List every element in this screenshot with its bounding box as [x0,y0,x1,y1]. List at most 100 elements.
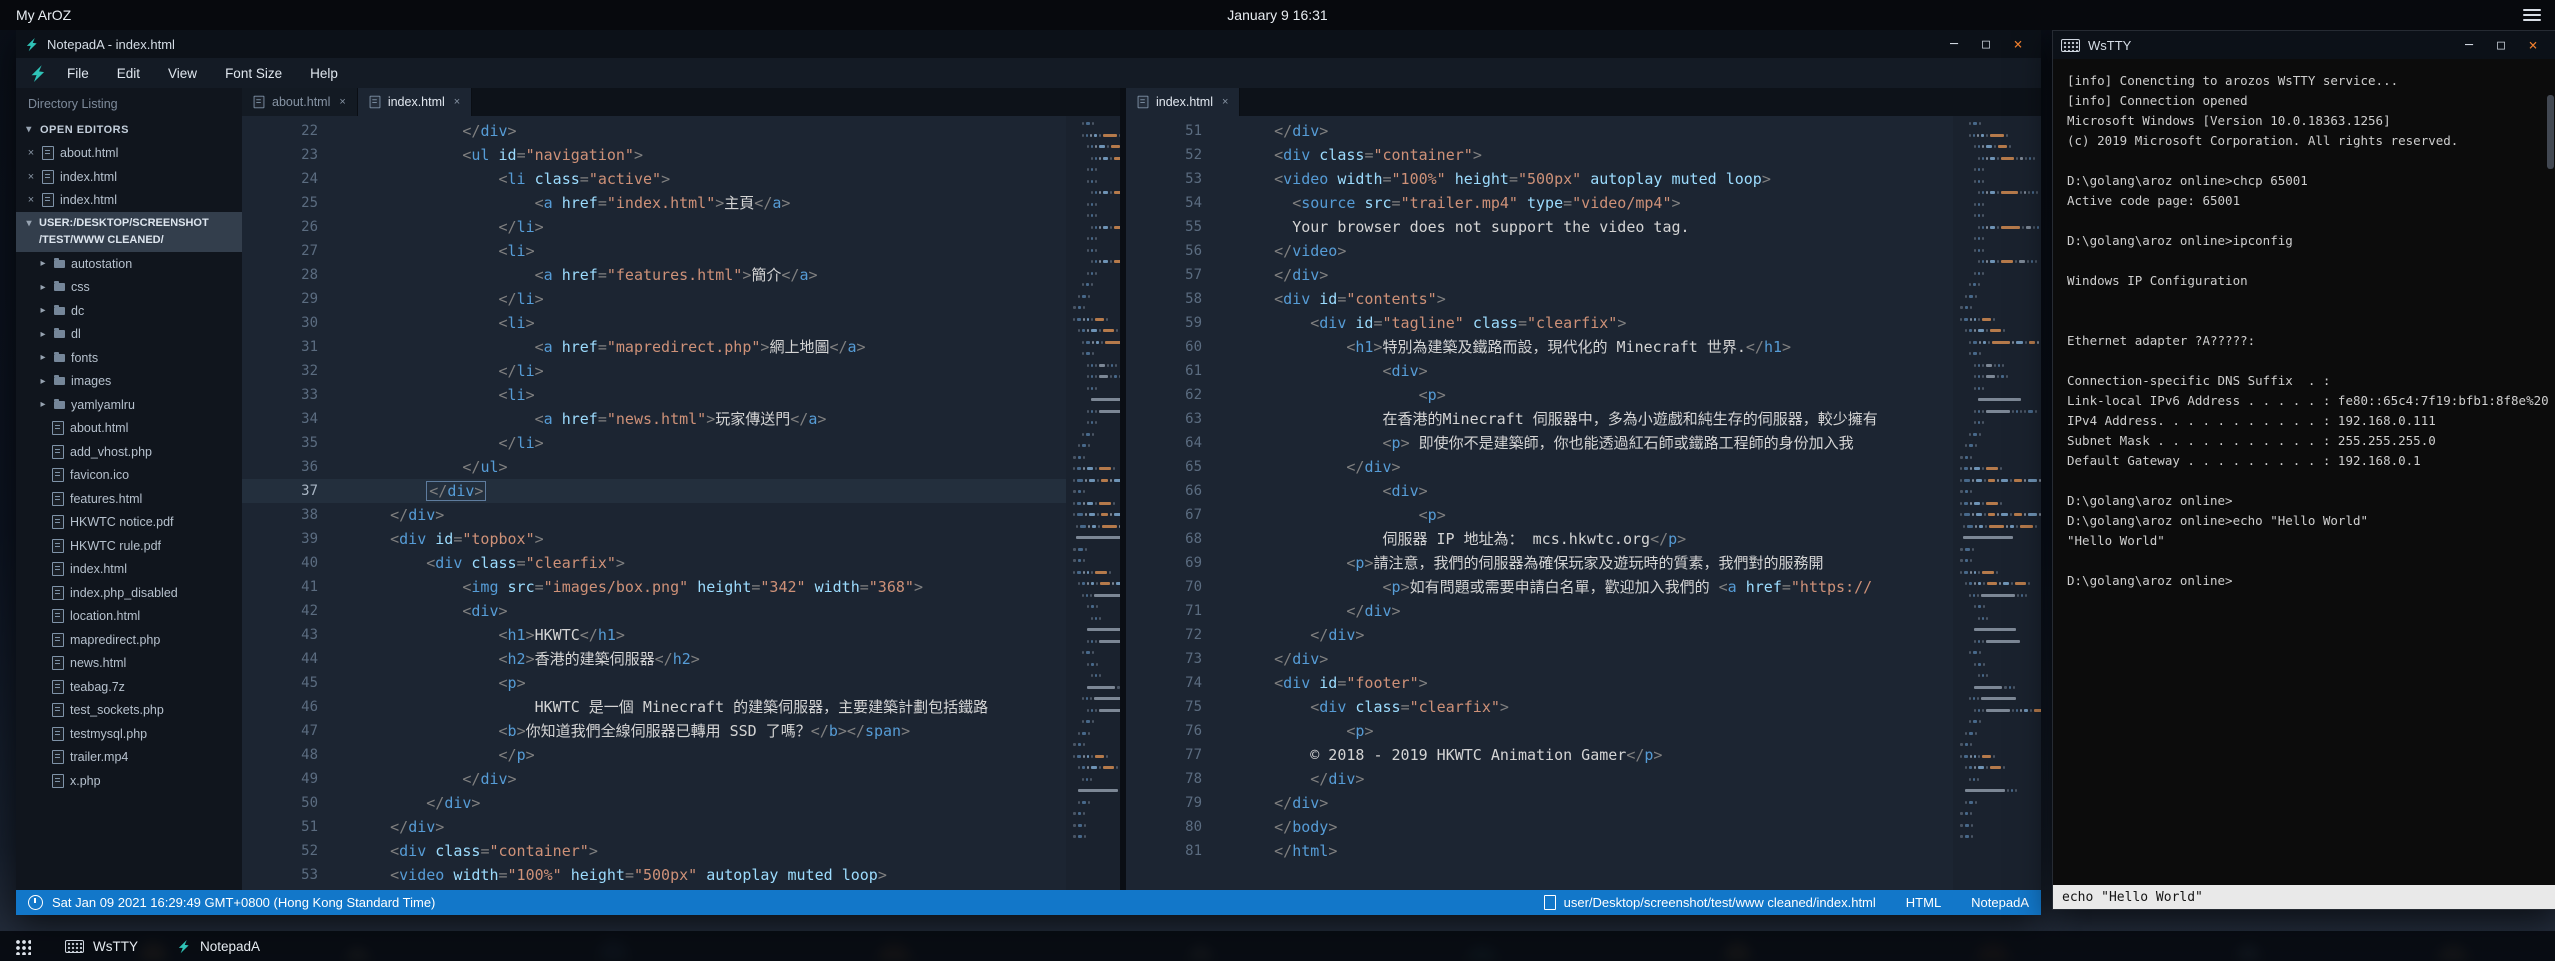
folder-item[interactable]: ▸dc [16,299,242,323]
minimap-token [1974,605,1976,608]
minimap-token [1973,433,1976,436]
menu-view[interactable]: View [154,66,211,81]
wstty-title-bar[interactable]: WsTTY ─ □ × [2053,31,2555,59]
file-item[interactable]: location.html [16,605,242,629]
menu-icon[interactable] [2523,9,2541,21]
minimap-token [2001,375,2003,378]
minimap-line [1974,214,1986,218]
minimap-line [1073,824,1088,828]
folder-item[interactable]: ▸dl [16,323,242,347]
minimap-token [1965,490,1968,493]
terminal-input[interactable] [2053,885,2555,909]
minimap-right[interactable] [1953,116,2041,890]
file-item[interactable]: favicon.ico [16,464,242,488]
token [1446,170,1455,188]
tab-bar-right: index.html × [1126,88,2041,116]
file-item[interactable]: news.html [16,652,242,676]
file-item[interactable]: trailer.mp4 [16,746,242,770]
file-item[interactable]: about.html [16,417,242,441]
menu-help[interactable]: Help [296,66,352,81]
file-item[interactable]: x.php [16,769,242,793]
minimap-token [1119,375,1120,378]
code-line: 56 </video> [1126,239,1953,263]
file-icon [254,96,265,109]
token [553,410,562,428]
minimap-token [1095,755,1104,758]
minimap-left[interactable] [1066,116,1120,890]
file-item[interactable]: mapredirect.php [16,628,242,652]
file-item[interactable]: teabag.7z [16,675,242,699]
token: src [508,578,535,596]
minimap-line [1965,732,1979,736]
minimize-icon[interactable]: ─ [1939,32,1969,56]
file-item[interactable]: add_vhost.php [16,440,242,464]
open-editor-item[interactable]: ×index.html [16,165,242,189]
minimap-token [1095,226,1097,229]
aroz-home-label[interactable]: My ArOZ [16,7,71,23]
close-icon[interactable]: × [1222,96,1228,108]
close-icon[interactable]: × [26,147,36,159]
code-editor-left[interactable]: 22 </div>23 <ul id="navigation">24 <li c… [242,116,1066,890]
maximize-icon[interactable]: □ [1971,32,2001,56]
tab-index-html[interactable]: index.html × [358,88,472,116]
close-icon[interactable]: × [26,171,36,183]
folder-item[interactable]: ▸yamlyamlru [16,393,242,417]
open-editor-item[interactable]: ×about.html [16,142,242,166]
open-editor-item[interactable]: ×index.html [16,189,242,213]
open-editors-section[interactable]: ▾ OPEN EDITORS [16,118,242,142]
tab-index-html-right[interactable]: index.html × [1126,88,1240,116]
token: </ [462,458,480,476]
file-name: favicon.ico [70,468,129,482]
token: width [453,866,498,884]
file-item[interactable]: index.html [16,558,242,582]
folder-item[interactable]: ▸css [16,276,242,300]
menu-edit[interactable]: Edit [103,66,154,81]
menu-file[interactable]: File [53,66,103,81]
minimize-icon[interactable]: ─ [2454,33,2484,57]
menu-font-size[interactable]: Font Size [211,66,296,81]
apps-grid-icon[interactable] [14,938,31,955]
folder-item[interactable]: ▸images [16,370,242,394]
code-editor-right[interactable]: 51 </div>52 <div class="container">53 <v… [1126,116,1953,890]
close-icon[interactable]: × [26,194,36,206]
folder-item[interactable]: ▸autostation [16,252,242,276]
close-icon[interactable]: × [2518,33,2548,57]
file-item[interactable]: testmysql.php [16,722,242,746]
token: = [1782,578,1791,596]
minimap-token [2010,513,2012,516]
token: muted [788,866,833,884]
code-text: <div id="footer"> [1224,671,1428,695]
minimap-line [1960,755,1997,759]
taskbar-item-wstty[interactable]: WsTTY [51,931,152,961]
terminal-output[interactable]: [info] Conencting to arozos WsTTY servic… [2053,59,2555,885]
code-text: <p> 即使你不是建築師，你也能透過紅石師或鐵路工程師的身份加入我 [1224,431,1854,455]
scrollbar-thumb[interactable] [2547,95,2554,169]
minimap-token [1078,801,1080,804]
file-item[interactable]: test_sockets.php [16,699,242,723]
notepada-title-bar[interactable]: NotepadA - index.html ─ □ × [16,30,2041,58]
file-item[interactable]: HKWTC rule.pdf [16,534,242,558]
token: div [1364,458,1391,476]
minimap-token [1972,513,1974,516]
minimap-token [1106,318,1108,321]
close-icon[interactable]: × [339,96,345,108]
close-icon[interactable]: × [2003,32,2033,56]
file-item[interactable]: index.php_disabled [16,581,242,605]
workspace-root[interactable]: ▾ USER:/DESKTOP/SCREENSHOT /TEST/WWW CLE… [16,212,242,252]
minimap-token [1077,318,1080,321]
minimap-token [1091,410,1093,413]
taskbar-item-notepada[interactable]: NotepadA [162,931,274,961]
minimap-token [1974,755,1976,758]
line-number: 41 [242,575,340,599]
maximize-icon[interactable]: □ [2486,33,2516,57]
file-item[interactable]: features.html [16,487,242,511]
minimap-line [1073,467,1117,471]
file-item[interactable]: HKWTC notice.pdf [16,511,242,535]
folder-item[interactable]: ▸fonts [16,346,242,370]
code-text: <h2>香港的建築伺服器</h2> [340,647,700,671]
minimap-token [2014,479,2022,482]
tab-about-html[interactable]: about.html × [242,88,358,116]
minimap-token [2011,789,2013,792]
close-icon[interactable]: × [454,96,460,108]
token: </ [1274,794,1292,812]
